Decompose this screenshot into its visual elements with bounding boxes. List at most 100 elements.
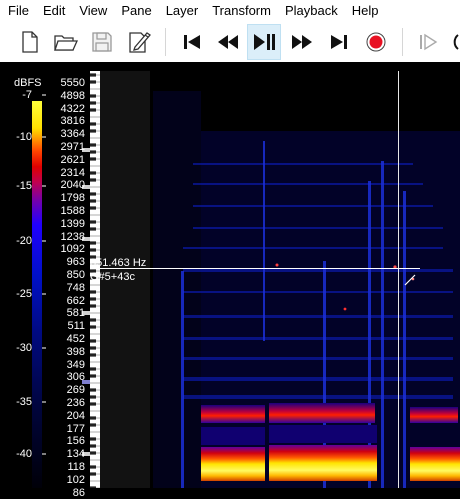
piano-black-key: [90, 325, 96, 329]
fast-forward-icon: [292, 35, 312, 49]
frequency-tick-label: 398: [66, 345, 85, 358]
piano-black-key: [90, 416, 96, 420]
open-button[interactable]: [50, 25, 82, 59]
piano-black-key: [90, 304, 96, 308]
db-tick-label: -10: [16, 131, 32, 143]
frequency-tick-label: 1798: [60, 192, 85, 205]
piano-black-key: [90, 402, 96, 406]
piano-black-key: [90, 465, 96, 469]
piano-black-key: [90, 101, 96, 105]
frequency-tick-label: 5550: [60, 77, 85, 89]
frequency-tick-label: 118: [67, 461, 85, 473]
piano-black-key: [90, 227, 96, 231]
piano-black-key: [90, 199, 96, 203]
piano-black-key: [90, 94, 96, 98]
piano-black-key: [90, 297, 96, 301]
color-scale-bar: [32, 101, 42, 488]
cursor-note-label: G#5+43c: [90, 271, 135, 283]
open-folder-icon: [54, 35, 79, 51]
save-icon: [92, 32, 112, 52]
piano-black-key: [90, 451, 96, 455]
frequency-tick-label: 349: [66, 358, 85, 371]
play-pause-button[interactable]: [247, 24, 281, 60]
edit-session-icon: [129, 32, 151, 53]
rewind-start-icon: [184, 35, 200, 49]
frequency-tick-label: 581: [66, 307, 85, 320]
loop-button[interactable]: [446, 25, 460, 59]
piano-black-key: [90, 108, 96, 112]
frequency-tick-label: 134: [66, 448, 85, 461]
edit-session-button[interactable]: [124, 25, 156, 59]
piano-black-key: [90, 395, 96, 399]
frequency-tick-label: 452: [66, 333, 85, 345]
frequency-tick-label: 1238: [60, 230, 85, 243]
frequency-tick-label: 306: [66, 371, 85, 384]
piano-black-key: [90, 206, 96, 210]
constrain-button[interactable]: [412, 25, 444, 59]
menu-file[interactable]: File: [0, 0, 36, 22]
frequency-tick-label: 3364: [60, 128, 85, 141]
loop-icon: [453, 34, 459, 50]
play-pause-icon: [254, 34, 275, 50]
toolbar-separator: [165, 28, 166, 56]
menu-edit[interactable]: Edit: [36, 0, 72, 22]
frequency-tick-label: 3816: [60, 115, 85, 128]
frequency-tick-label: 236: [66, 397, 85, 409]
piano-black-key: [90, 150, 96, 154]
db-tick-label: -20: [16, 235, 32, 247]
menu-layer[interactable]: Layer: [159, 0, 206, 22]
piano-black-key: [90, 437, 96, 441]
frequency-tick-label: 748: [66, 281, 85, 294]
fast-forward-end-button[interactable]: [323, 25, 355, 59]
db-tick-label: -40: [16, 448, 32, 460]
spectrogram-area[interactable]: [153, 71, 460, 488]
menu-help[interactable]: Help: [345, 0, 386, 22]
frequency-tick-label: 156: [66, 435, 85, 448]
frequency-tick-label: 86: [72, 486, 85, 499]
piano-black-key: [90, 374, 96, 378]
piano-black-key: [90, 318, 96, 322]
piano-black-key: [90, 143, 96, 147]
new-file-button[interactable]: [14, 25, 46, 59]
new-file-icon: [22, 31, 38, 53]
rewind-icon: [218, 35, 238, 49]
menu-bar: File Edit View Pane Layer Transform Play…: [0, 0, 460, 22]
frequency-tick-label: 2314: [60, 166, 85, 179]
spectrogram-view[interactable]: dBFS 5550 4898 4322 3816 3364 2971 2621 …: [10, 71, 460, 499]
piano-black-key: [90, 157, 96, 161]
cursor-frequency-label: 851.463 Hz: [90, 257, 147, 269]
piano-black-key: [90, 353, 96, 357]
piano-black-key: [90, 129, 96, 133]
menu-view[interactable]: View: [72, 0, 114, 22]
piano-black-key: [90, 220, 96, 224]
piano-black-key: [90, 423, 96, 427]
frequency-tick-label: 511: [67, 320, 85, 333]
fast-forward-button[interactable]: [286, 25, 318, 59]
frequency-tick-label: 4898: [60, 89, 85, 102]
piano-black-key: [90, 339, 96, 343]
piano-black-key: [90, 122, 96, 126]
save-button[interactable]: [86, 25, 118, 59]
rewind-button[interactable]: [212, 25, 244, 59]
menu-transform[interactable]: Transform: [205, 0, 278, 22]
frequency-tick-label: 850: [66, 269, 85, 281]
constrain-icon: [420, 33, 438, 51]
piano-black-key: [90, 444, 96, 448]
frequency-tick-label: 4322: [60, 102, 85, 115]
toolbar-separator-2: [402, 28, 403, 56]
rewind-start-button[interactable]: [176, 25, 208, 59]
record-button[interactable]: [360, 25, 392, 59]
menu-playback[interactable]: Playback: [278, 0, 345, 22]
db-tick-label: -30: [16, 342, 32, 354]
piano-black-key: [90, 472, 96, 476]
frequency-tick-label: 1399: [60, 217, 85, 230]
frequency-tick-label: 2621: [60, 153, 85, 166]
frequency-tick-label: 1092: [60, 243, 85, 256]
frequency-tick-label: 269: [66, 384, 85, 397]
piano-black-key: [90, 248, 96, 252]
db-tick-label: -35: [16, 396, 32, 408]
frequency-tick-label: 662: [66, 294, 85, 307]
menu-pane[interactable]: Pane: [114, 0, 158, 22]
db-tick-marks: [42, 94, 46, 455]
spectrogram: [153, 71, 460, 488]
